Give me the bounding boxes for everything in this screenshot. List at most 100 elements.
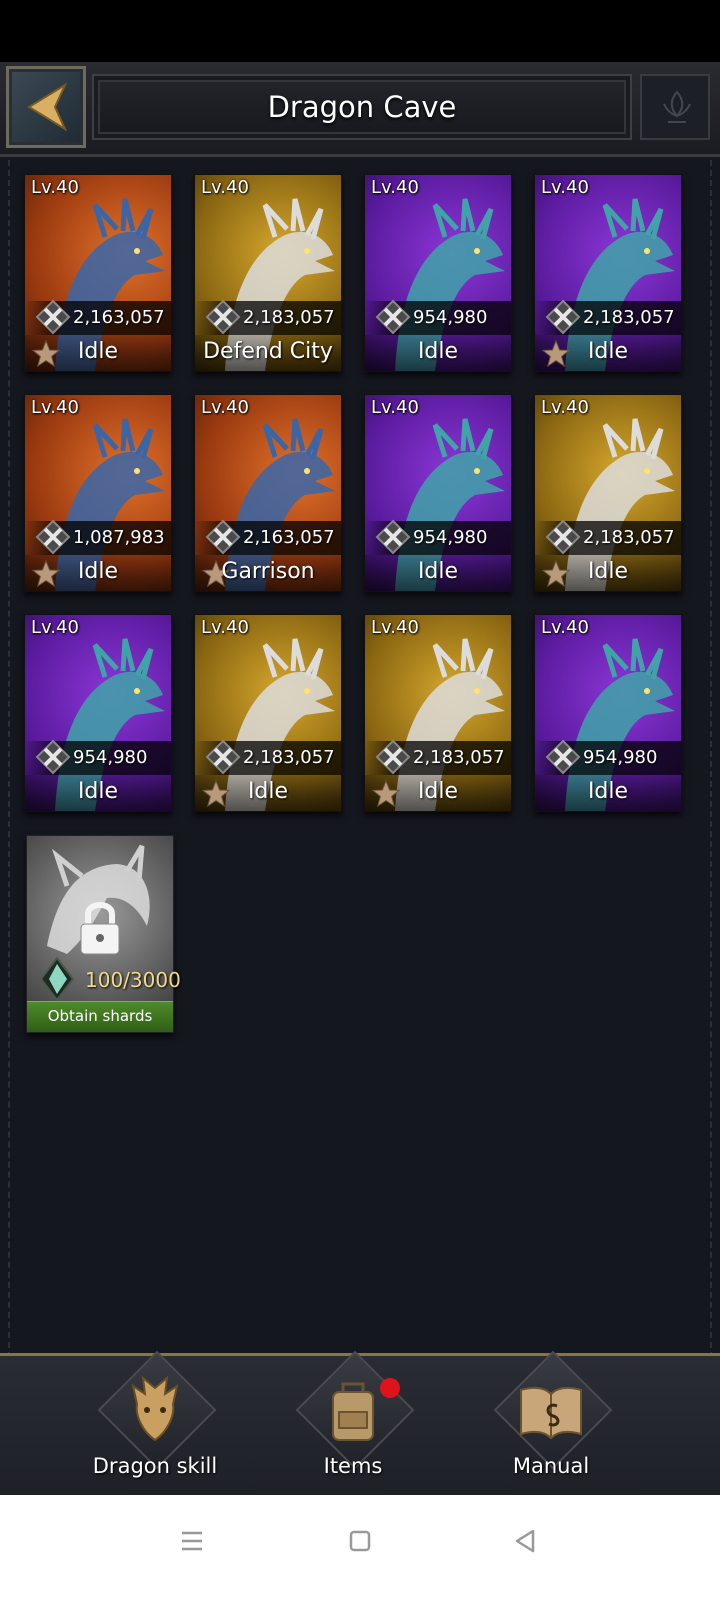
power-row: 2,183,057 bbox=[195, 299, 341, 335]
dragon-level: Lv.40 bbox=[371, 617, 419, 638]
status-row: Defend City bbox=[195, 335, 341, 371]
status-row: Idle bbox=[25, 335, 171, 371]
dragon-power: 954,980 bbox=[73, 747, 148, 768]
status-row: Idle bbox=[535, 775, 681, 811]
dragon-power: 2,183,057 bbox=[413, 747, 505, 768]
bottom-nav: Dragon skill Items Manual bbox=[0, 1350, 720, 1498]
dragon-power: 2,163,057 bbox=[243, 527, 335, 548]
nav-label-dragon-skill: Dragon skill bbox=[92, 1454, 218, 1478]
crossed-swords-icon bbox=[375, 299, 411, 335]
status-row: Idle bbox=[365, 555, 511, 591]
dragon-card[interactable]: Lv.40 2,183,057 Idle bbox=[534, 394, 682, 592]
dragon-level: Lv.40 bbox=[201, 177, 249, 198]
status-row: Idle bbox=[365, 335, 511, 371]
dragon-card[interactable]: Lv.40 2,183,057 Idle bbox=[364, 614, 512, 812]
power-row: 2,183,057 bbox=[365, 739, 511, 775]
obtain-shards-button[interactable]: Obtain shards bbox=[27, 1001, 173, 1032]
dragon-status: Idle bbox=[587, 559, 629, 584]
dragon-status: Idle bbox=[587, 339, 629, 364]
crossed-swords-icon bbox=[545, 739, 581, 775]
status-bar bbox=[0, 0, 720, 62]
dragon-level: Lv.40 bbox=[201, 397, 249, 418]
status-row: Garrison bbox=[195, 555, 341, 591]
dragon-card[interactable]: Lv.40 954,980 Idle bbox=[364, 174, 512, 372]
dragon-power: 1,087,983 bbox=[73, 527, 165, 548]
power-row: 1,087,983 bbox=[25, 519, 171, 555]
dragon-status: Idle bbox=[77, 779, 119, 804]
crossed-swords-icon bbox=[35, 299, 71, 335]
dragon-card[interactable]: Lv.40 2,183,057 Idle bbox=[534, 174, 682, 372]
power-row: 2,163,057 bbox=[25, 299, 171, 335]
crossed-swords-icon bbox=[205, 739, 241, 775]
dragon-power: 2,183,057 bbox=[583, 307, 675, 328]
crossed-swords-icon bbox=[205, 519, 241, 555]
crossed-swords-icon bbox=[35, 739, 71, 775]
dragon-level: Lv.40 bbox=[541, 617, 589, 638]
back-button[interactable] bbox=[6, 66, 86, 148]
dragon-level: Lv.40 bbox=[541, 397, 589, 418]
nav-label-items: Items bbox=[323, 1454, 383, 1478]
shard-count: 100/3000 bbox=[85, 968, 181, 992]
crossed-swords-icon bbox=[35, 519, 71, 555]
back-arrow-icon bbox=[27, 82, 68, 132]
dragon-card[interactable]: Lv.40 1,087,983 Idle bbox=[24, 394, 172, 592]
power-row: 2,183,057 bbox=[195, 739, 341, 775]
power-row: 954,980 bbox=[535, 739, 681, 775]
crossed-swords-icon bbox=[205, 299, 241, 335]
shard-crystal-icon bbox=[39, 956, 75, 1002]
dragon-power: 954,980 bbox=[413, 527, 488, 548]
dragon-level: Lv.40 bbox=[31, 397, 79, 418]
status-row: Idle bbox=[365, 775, 511, 811]
nav-manual[interactable]: Manual bbox=[466, 1350, 636, 1492]
dragon-power: 2,183,057 bbox=[243, 747, 335, 768]
dragon-power: 2,183,057 bbox=[243, 307, 335, 328]
dragon-card[interactable]: Lv.40 2,183,057 Defend City bbox=[194, 174, 342, 372]
dragon-card[interactable]: Lv.40 2,163,057 Idle bbox=[24, 174, 172, 372]
dragon-card[interactable]: Lv.40 954,980 Idle bbox=[364, 394, 512, 592]
status-row: Idle bbox=[535, 335, 681, 371]
power-row: 954,980 bbox=[365, 299, 511, 335]
dragon-card[interactable]: Lv.40 2,163,057 Garrison bbox=[194, 394, 342, 592]
dragon-level: Lv.40 bbox=[541, 177, 589, 198]
padlock-icon bbox=[80, 902, 120, 955]
dragon-card[interactable]: Lv.40 954,980 Idle bbox=[534, 614, 682, 812]
dragon-level: Lv.40 bbox=[31, 617, 79, 638]
nav-items[interactable]: Items bbox=[268, 1350, 438, 1492]
back-triangle-icon[interactable] bbox=[505, 1521, 545, 1561]
power-row: 2,163,057 bbox=[195, 519, 341, 555]
dragon-power: 2,163,057 bbox=[73, 307, 165, 328]
status-row: Idle bbox=[535, 555, 681, 591]
nav-dragon-skill[interactable]: Dragon skill bbox=[70, 1350, 240, 1492]
dragon-power: 2,183,057 bbox=[583, 527, 675, 548]
dragon-status: Idle bbox=[417, 339, 459, 364]
crest-button[interactable] bbox=[640, 74, 710, 140]
menu-icon[interactable] bbox=[172, 1521, 212, 1561]
dragon-level: Lv.40 bbox=[371, 397, 419, 418]
dragon-level: Lv.40 bbox=[201, 617, 249, 638]
crossed-swords-icon bbox=[375, 519, 411, 555]
dragon-status: Idle bbox=[587, 779, 629, 804]
dragon-level: Lv.40 bbox=[371, 177, 419, 198]
home-square-icon[interactable] bbox=[340, 1521, 380, 1561]
dragon-card[interactable]: Lv.40 2,183,057 Idle bbox=[194, 614, 342, 812]
crossed-swords-icon bbox=[545, 519, 581, 555]
fleur-de-lis-icon bbox=[663, 90, 691, 123]
obtain-shards-label: Obtain shards bbox=[47, 1007, 153, 1025]
dragon-level: Lv.40 bbox=[31, 177, 79, 198]
status-row: Idle bbox=[25, 555, 171, 591]
nav-label-manual: Manual bbox=[512, 1454, 590, 1478]
locked-dragon-card[interactable]: 100/3000 Obtain shards bbox=[26, 835, 181, 1033]
dragon-status: Idle bbox=[77, 559, 119, 584]
book-icon bbox=[520, 1386, 582, 1440]
crossed-swords-icon bbox=[375, 739, 411, 775]
dragon-card[interactable]: Lv.40 954,980 Idle bbox=[24, 614, 172, 812]
dragon-power: 954,980 bbox=[583, 747, 658, 768]
page-title: Dragon Cave bbox=[267, 90, 457, 124]
dragon-status: Idle bbox=[247, 779, 289, 804]
crossed-swords-icon bbox=[545, 299, 581, 335]
power-row: 954,980 bbox=[365, 519, 511, 555]
dragon-status: Idle bbox=[77, 339, 119, 364]
notification-badge bbox=[380, 1378, 400, 1398]
dragon-status: Garrison bbox=[221, 559, 315, 584]
status-row: Idle bbox=[25, 775, 171, 811]
